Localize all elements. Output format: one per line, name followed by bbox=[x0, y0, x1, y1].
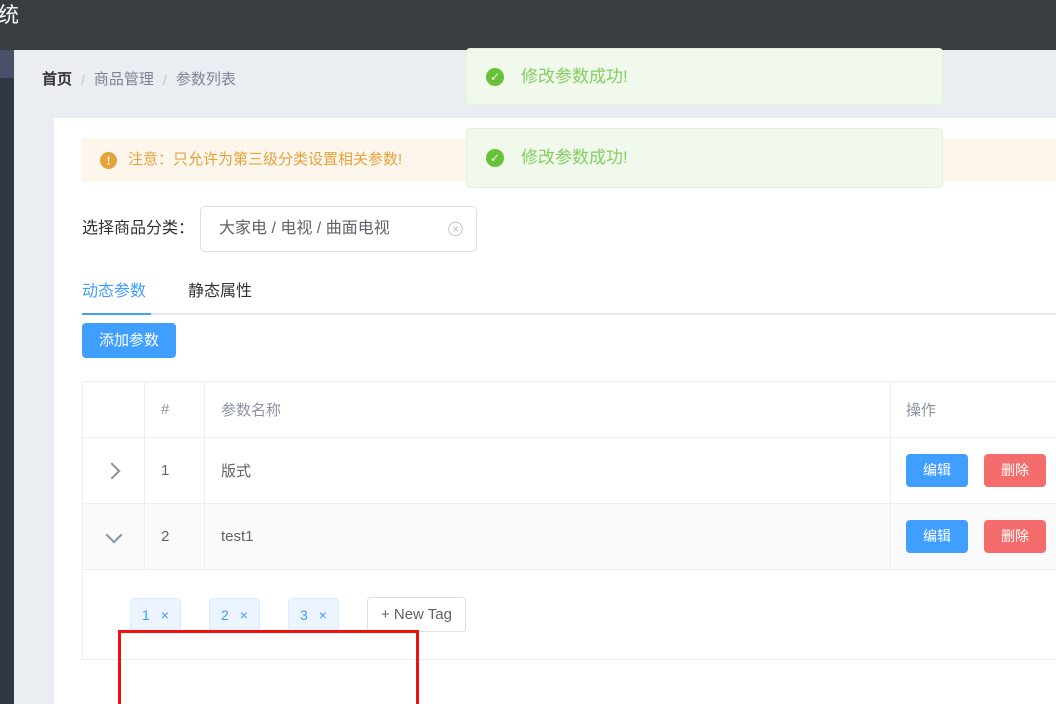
breadcrumb-separator: / bbox=[162, 72, 167, 88]
breadcrumb-separator: / bbox=[81, 72, 85, 88]
expanded-tag-row: 1 × 2 × 3 × + New Tag bbox=[83, 570, 1056, 660]
tab-dynamic-params[interactable]: 动态参数 bbox=[82, 281, 146, 313]
row-actions: 编辑 删除 bbox=[891, 438, 1056, 503]
tag-item[interactable]: 2 × bbox=[208, 598, 260, 631]
breadcrumb-item-params: 参数列表 bbox=[175, 71, 236, 88]
close-icon[interactable]: × bbox=[161, 607, 169, 623]
app-title: 统 bbox=[0, 4, 19, 27]
table-row: 1 版式 编辑 删除 bbox=[83, 438, 1056, 504]
breadcrumb-item-home[interactable]: 首页 bbox=[42, 69, 72, 91]
warning-alert-text: 注意：只允许为第三级分类设置相关参数! bbox=[128, 151, 403, 168]
table-header-row: # 参数名称 操作 bbox=[83, 382, 1056, 438]
row-param-name: 版式 bbox=[205, 438, 891, 503]
table-header-expand bbox=[83, 382, 145, 437]
expand-toggle[interactable] bbox=[83, 438, 145, 503]
app-root: 统 首页 / 商品管理 / 参数列表 ! 注意：只允许为第三级分类设置相关参数!… bbox=[0, 0, 1056, 704]
close-icon[interactable]: × bbox=[319, 607, 327, 623]
edit-button[interactable]: 编辑 bbox=[906, 520, 968, 553]
category-cascader-value: 大家电 / 电视 / 曲面电视 bbox=[219, 220, 390, 237]
main-content: 首页 / 商品管理 / 参数列表 ! 注意：只允许为第三级分类设置相关参数! 选… bbox=[14, 48, 1056, 704]
tab-static-attrs[interactable]: 静态属性 bbox=[188, 281, 272, 313]
toast-notification[interactable]: ✓ 修改参数成功! bbox=[466, 48, 943, 105]
tag-list: 1 × 2 × 3 × + New Tag bbox=[83, 597, 466, 632]
category-picker-row: 选择商品分类： 大家电 / 电视 / 曲面电视 bbox=[82, 206, 478, 252]
toast-message: 修改参数成功! bbox=[521, 66, 628, 86]
tag-label: 1 bbox=[142, 606, 150, 623]
close-icon[interactable]: × bbox=[240, 607, 248, 623]
tag-item[interactable]: 3 × bbox=[287, 598, 339, 631]
chevron-right-icon bbox=[103, 462, 121, 479]
expand-toggle[interactable] bbox=[83, 504, 145, 569]
toast-notification[interactable]: ✓ 修改参数成功! bbox=[466, 128, 943, 188]
row-index: 1 bbox=[145, 438, 205, 503]
delete-button[interactable]: 删除 bbox=[984, 454, 1046, 487]
new-tag-button[interactable]: + New Tag bbox=[366, 597, 466, 632]
add-param-button[interactable]: 添加参数 bbox=[82, 323, 177, 358]
chevron-down-icon bbox=[105, 526, 122, 543]
row-param-name: test1 bbox=[205, 504, 891, 569]
success-check-icon: ✓ bbox=[486, 67, 504, 86]
category-picker-label: 选择商品分类： bbox=[82, 220, 195, 237]
sidebar-active-item[interactable] bbox=[0, 50, 14, 78]
table-row: 2 test1 编辑 删除 bbox=[83, 504, 1056, 570]
tag-label: 2 bbox=[220, 606, 229, 623]
success-check-icon: ✓ bbox=[486, 149, 504, 167]
tab-underline-track bbox=[82, 313, 1056, 315]
table-header-name: 参数名称 bbox=[205, 382, 891, 437]
table-header-index: # bbox=[145, 382, 205, 437]
row-index: 2 bbox=[145, 504, 205, 569]
app-header: 统 bbox=[0, 0, 1056, 50]
edit-button[interactable]: 编辑 bbox=[906, 454, 968, 487]
circle-close-icon[interactable] bbox=[448, 221, 463, 237]
toast-message: 修改参数成功! bbox=[521, 148, 628, 167]
breadcrumb: 首页 / 商品管理 / 参数列表 bbox=[42, 69, 236, 91]
content-card: ! 注意：只允许为第三级分类设置相关参数! 选择商品分类： 大家电 / 电视 /… bbox=[54, 118, 1056, 704]
table-header-ops: 操作 bbox=[891, 382, 1056, 437]
tabs: 动态参数 静态属性 bbox=[82, 275, 1056, 315]
delete-button[interactable]: 删除 bbox=[984, 520, 1046, 553]
row-actions: 编辑 删除 bbox=[891, 504, 1056, 569]
sidebar[interactable] bbox=[0, 50, 14, 704]
tag-label: 3 bbox=[299, 606, 308, 623]
tab-active-indicator bbox=[82, 313, 151, 315]
category-cascader[interactable]: 大家电 / 电视 / 曲面电视 bbox=[200, 206, 478, 252]
warning-icon: ! bbox=[100, 151, 117, 169]
breadcrumb-item-goods[interactable]: 商品管理 bbox=[94, 69, 154, 91]
tag-item[interactable]: 1 × bbox=[130, 598, 181, 631]
params-table: # 参数名称 操作 1 版式 编辑 删除 2 test1 编辑 删除 1 × 2… bbox=[82, 381, 1056, 660]
